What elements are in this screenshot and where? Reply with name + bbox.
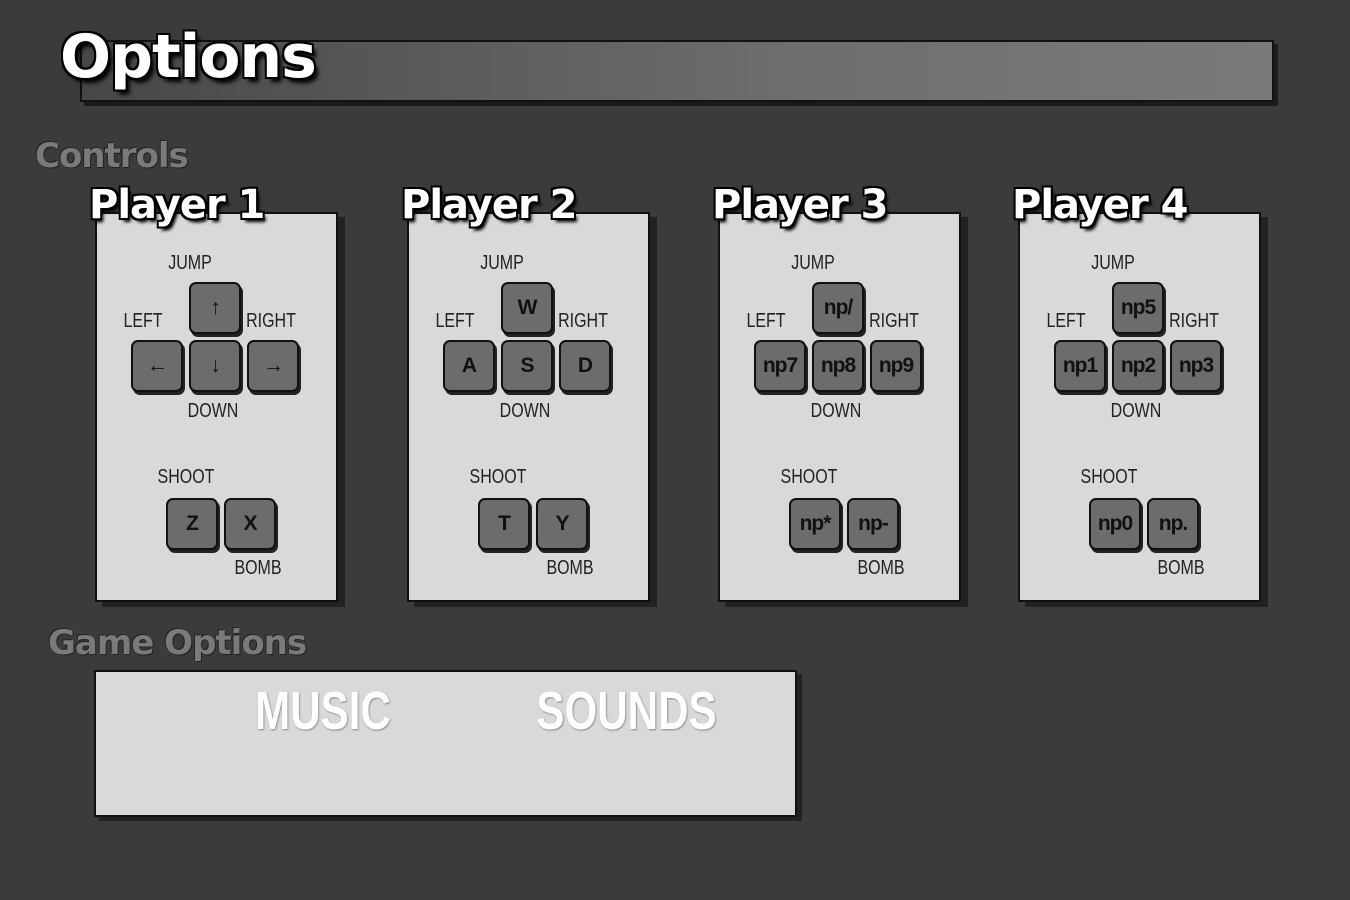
bomb-key-button[interactable]: Y bbox=[536, 498, 588, 550]
jump-key-button[interactable]: np/ bbox=[812, 282, 864, 334]
shoot-label: SHOOT bbox=[469, 466, 527, 488]
left-key-button[interactable]: np1 bbox=[1054, 340, 1106, 392]
jump-label: JUMP bbox=[480, 252, 524, 274]
jump-label: JUMP bbox=[1091, 252, 1135, 274]
sounds-toggle[interactable]: SOUNDS bbox=[536, 680, 716, 742]
jump-label: JUMP bbox=[791, 252, 835, 274]
game-options-heading: Game Options bbox=[48, 623, 307, 663]
down-key-button[interactable]: np8 bbox=[812, 340, 864, 392]
music-toggle[interactable]: MUSIC bbox=[255, 680, 391, 742]
down-label: DOWN bbox=[810, 400, 862, 422]
down-key-button[interactable]: ↓ bbox=[189, 340, 241, 392]
game-options-panel: MUSIC SOUNDS bbox=[94, 670, 797, 817]
bomb-label: BOMB bbox=[546, 557, 594, 579]
bomb-label: BOMB bbox=[1157, 557, 1205, 579]
player-title: Player 2 bbox=[401, 182, 577, 228]
player-3-panel: Player 3 JUMP LEFT RIGHT DOWN SHOOT BOMB np/np7… bbox=[712, 182, 961, 602]
bomb-key-button[interactable]: np- bbox=[847, 498, 899, 550]
jump-label: JUMP bbox=[168, 252, 212, 274]
player-2-panel: Player 2 JUMP LEFT RIGHT DOWN SHOOT BOMB W A S D T Y bbox=[401, 182, 650, 602]
right-key-button[interactable]: np9 bbox=[870, 340, 922, 392]
bomb-key-button[interactable]: np. bbox=[1147, 498, 1199, 550]
shoot-key-button[interactable]: np* bbox=[789, 498, 841, 550]
bomb-key-button[interactable]: X bbox=[224, 498, 276, 550]
right-key-button[interactable]: D bbox=[559, 340, 611, 392]
down-label: DOWN bbox=[187, 400, 239, 422]
right-key-button[interactable]: → bbox=[247, 340, 299, 392]
left-label: LEFT bbox=[123, 310, 163, 332]
player-title: Player 3 bbox=[712, 182, 888, 228]
player-title: Player 1 bbox=[89, 182, 265, 228]
left-key-button[interactable]: A bbox=[443, 340, 495, 392]
right-key-button[interactable]: np3 bbox=[1170, 340, 1222, 392]
down-key-button[interactable]: np2 bbox=[1112, 340, 1164, 392]
jump-key-button[interactable]: ↑ bbox=[189, 282, 241, 334]
jump-key-button[interactable]: W bbox=[501, 282, 553, 334]
down-key-button[interactable]: S bbox=[501, 340, 553, 392]
shoot-label: SHOOT bbox=[157, 466, 215, 488]
controls-heading: Controls bbox=[35, 136, 189, 176]
left-key-button[interactable]: np7 bbox=[754, 340, 806, 392]
shoot-key-button[interactable]: np0 bbox=[1089, 498, 1141, 550]
left-key-button[interactable]: ← bbox=[131, 340, 183, 392]
left-label: LEFT bbox=[435, 310, 475, 332]
left-label: LEFT bbox=[1046, 310, 1086, 332]
down-label: DOWN bbox=[1110, 400, 1162, 422]
page-title: Options bbox=[60, 22, 317, 92]
right-label: RIGHT bbox=[869, 310, 919, 332]
player-1-panel: Player 1 JUMP LEFT RIGHT DOWN SHOOT BOMB ↑ ← ↓ → Z X bbox=[89, 182, 338, 602]
left-label: LEFT bbox=[746, 310, 786, 332]
jump-key-button[interactable]: np5 bbox=[1112, 282, 1164, 334]
shoot-key-button[interactable]: Z bbox=[166, 498, 218, 550]
right-label: RIGHT bbox=[1169, 310, 1219, 332]
right-label: RIGHT bbox=[558, 310, 608, 332]
shoot-key-button[interactable]: T bbox=[478, 498, 530, 550]
bomb-label: BOMB bbox=[857, 557, 905, 579]
shoot-label: SHOOT bbox=[1080, 466, 1138, 488]
shoot-label: SHOOT bbox=[780, 466, 838, 488]
player-title: Player 4 bbox=[1012, 182, 1188, 228]
right-label: RIGHT bbox=[246, 310, 296, 332]
player-4-panel: Player 4 JUMP LEFT RIGHT DOWN SHOOT BOMB np5 np1… bbox=[1012, 182, 1261, 602]
down-label: DOWN bbox=[499, 400, 551, 422]
bomb-label: BOMB bbox=[234, 557, 282, 579]
